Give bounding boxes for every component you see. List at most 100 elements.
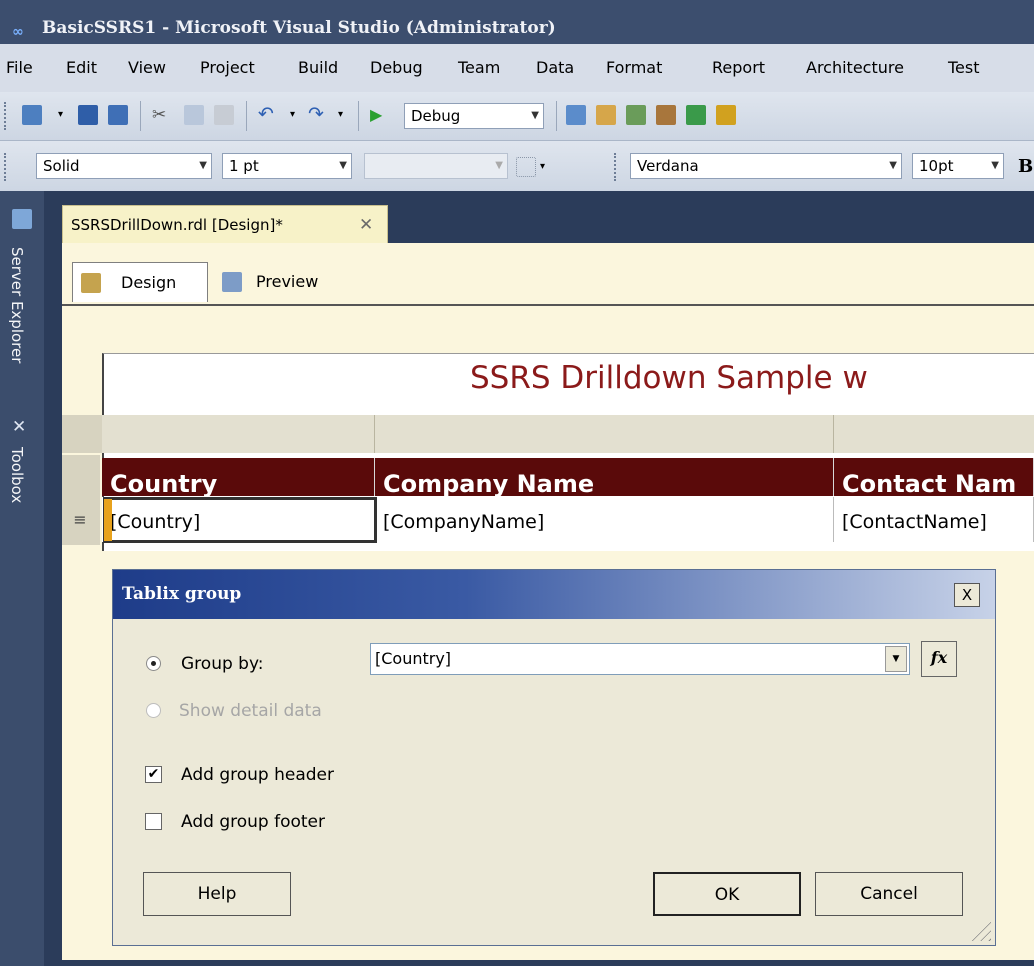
- window-title: BasicSSRS1 - Microsoft Visual Studio (Ad…: [42, 18, 556, 38]
- visual-studio-logo-icon: ∞: [12, 24, 24, 40]
- border-width-dropdown[interactable]: 1 pt ▼: [222, 153, 352, 179]
- add-group-header-label: Add group header: [181, 765, 334, 785]
- find-in-files-icon[interactable]: [566, 105, 586, 125]
- menu-file[interactable]: File: [6, 58, 33, 77]
- tab-preview[interactable]: Preview: [218, 262, 358, 302]
- chevron-down-icon: ▼: [199, 160, 207, 171]
- extension-manager-icon[interactable]: [686, 105, 706, 125]
- designer-view-tabs: Design Preview: [62, 258, 1034, 306]
- font-family-value: Verdana: [637, 157, 699, 175]
- add-group-footer-label: Add group footer: [181, 812, 325, 832]
- radio-selected-dot: [151, 661, 156, 666]
- ok-button[interactable]: OK: [653, 872, 801, 916]
- dialog-close-button[interactable]: X: [954, 583, 980, 607]
- title-bar: ∞ BasicSSRS1 - Microsoft Visual Studio (…: [0, 0, 1034, 44]
- menu-build[interactable]: Build: [298, 58, 338, 77]
- data-cell-company-name[interactable]: [CompanyName]: [375, 497, 834, 542]
- save-all-icon[interactable]: [108, 105, 128, 125]
- border-icon[interactable]: [516, 157, 536, 177]
- redo-dropdown-icon[interactable]: ▾: [338, 105, 350, 125]
- group-by-label: Group by:: [181, 654, 264, 674]
- header-cell-company-name[interactable]: Company Name: [375, 458, 834, 496]
- menu-report[interactable]: Report: [712, 58, 765, 77]
- tablix-group-dialog: Tablix group X Group by: [Country] ▼ fx …: [112, 569, 996, 946]
- add-group-header-checkbox[interactable]: ✔: [145, 766, 162, 783]
- undo-dropdown-icon[interactable]: ▾: [290, 105, 302, 125]
- tab-design-label: Design: [121, 273, 177, 292]
- menu-test[interactable]: Test: [948, 58, 980, 77]
- chevron-down-icon[interactable]: ▾: [58, 105, 70, 125]
- report-title[interactable]: SSRS Drilldown Sample w: [470, 360, 868, 396]
- redo-icon[interactable]: ↷: [308, 104, 328, 124]
- undo-icon[interactable]: ↶: [258, 104, 278, 124]
- start-debugging-icon[interactable]: ▶: [370, 105, 390, 125]
- border-style-value: Solid: [43, 157, 80, 175]
- group-by-combobox[interactable]: [Country] ▼: [370, 643, 910, 675]
- object-browser-icon[interactable]: [626, 105, 646, 125]
- solution-configuration-dropdown[interactable]: Debug ▼: [404, 103, 544, 129]
- save-icon[interactable]: [78, 105, 98, 125]
- menu-data[interactable]: Data: [536, 58, 574, 77]
- add-group-footer-checkbox[interactable]: [145, 813, 162, 830]
- server-explorer-tab[interactable]: Server Explorer: [8, 247, 26, 363]
- font-family-dropdown[interactable]: Verdana ▼: [630, 153, 902, 179]
- dialog-title-bar: Tablix group X: [113, 570, 995, 619]
- document-tab-label: SSRSDrillDown.rdl [Design]*: [71, 216, 283, 234]
- preview-icon: [222, 272, 242, 292]
- server-explorer-icon: [12, 209, 32, 229]
- border-width-value: 1 pt: [229, 157, 259, 175]
- group-by-value: [Country]: [375, 649, 452, 668]
- chevron-down-icon: ▼: [889, 160, 897, 171]
- header-cell-contact-name[interactable]: Contact Nam: [834, 458, 1034, 496]
- menu-team[interactable]: Team: [458, 58, 500, 77]
- show-detail-radio: [146, 703, 161, 718]
- left-tool-window-bar: Server Explorer ✕ Toolbox: [0, 191, 44, 966]
- properties-icon[interactable]: [596, 105, 616, 125]
- menu-architecture[interactable]: Architecture: [806, 58, 904, 77]
- menu-format[interactable]: Format: [606, 58, 662, 77]
- tab-design[interactable]: Design: [72, 262, 208, 302]
- cut-icon[interactable]: ✂: [152, 105, 172, 125]
- header-cell-country[interactable]: Country: [102, 458, 375, 496]
- font-size-dropdown[interactable]: 10pt ▼: [912, 153, 1004, 179]
- toolbox-icon[interactable]: [656, 105, 676, 125]
- column-handle[interactable]: [375, 415, 834, 453]
- help-button[interactable]: Help: [143, 872, 291, 916]
- group-marker: [104, 499, 112, 541]
- column-handle[interactable]: [834, 415, 1034, 453]
- menu-project[interactable]: Project: [200, 58, 255, 77]
- start-page-icon[interactable]: [716, 105, 736, 125]
- menu-debug[interactable]: Debug: [370, 58, 423, 77]
- menu-edit[interactable]: Edit: [66, 58, 97, 77]
- resize-grip-icon[interactable]: [965, 915, 991, 941]
- close-icon[interactable]: ✕: [359, 206, 373, 244]
- group-by-radio[interactable]: [146, 656, 161, 671]
- document-tab[interactable]: SSRSDrillDown.rdl [Design]* ✕: [62, 205, 388, 243]
- toolbox-tab[interactable]: Toolbox: [8, 447, 26, 503]
- column-handle[interactable]: [102, 415, 375, 453]
- font-size-value: 10pt: [919, 157, 954, 175]
- report-formatting-toolbar: Solid ▼ 1 pt ▼ ▼ ▾ Verdana ▼ 10pt ▼ B: [0, 141, 1034, 192]
- chevron-down-icon: ▼: [495, 160, 503, 171]
- design-icon: [81, 273, 101, 293]
- copy-icon[interactable]: [184, 105, 204, 125]
- data-cell-contact-name[interactable]: [ContactName]: [834, 497, 1034, 542]
- chevron-down-icon: ▼: [531, 110, 539, 121]
- paste-icon[interactable]: [214, 105, 234, 125]
- standard-toolbar: ▾ ✂ ↶ ▾ ↷ ▾ ▶ Debug ▼: [0, 92, 1034, 141]
- toolbar-grip: [4, 153, 10, 181]
- menu-view[interactable]: View: [128, 58, 166, 77]
- selected-cell-outline: [103, 497, 377, 543]
- bold-button[interactable]: B: [1018, 156, 1033, 177]
- chevron-down-icon[interactable]: ▼: [885, 646, 907, 672]
- toolbox-icon: ✕: [12, 417, 27, 437]
- expression-button[interactable]: fx: [921, 641, 957, 677]
- solution-configuration-value: Debug: [411, 107, 461, 125]
- tab-preview-label: Preview: [256, 272, 319, 291]
- new-project-icon[interactable]: [22, 105, 42, 125]
- border-style-dropdown[interactable]: Solid ▼: [36, 153, 212, 179]
- chevron-down-icon: ▼: [339, 160, 347, 171]
- border-dropdown-icon[interactable]: ▾: [540, 157, 552, 177]
- cancel-button[interactable]: Cancel: [815, 872, 963, 916]
- group-indicator-icon: ≡: [73, 510, 87, 529]
